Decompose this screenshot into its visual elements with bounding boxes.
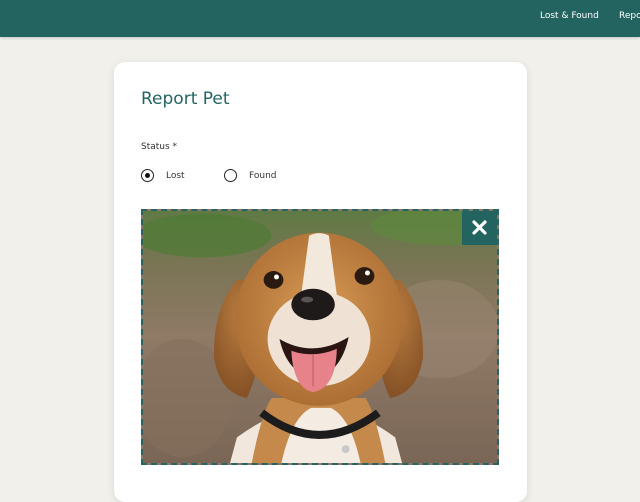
status-radio-found[interactable]: Found <box>224 168 294 184</box>
pet-photo <box>143 211 497 463</box>
radio-found-label: Found <box>249 171 277 181</box>
radio-lost-label: Lost <box>166 171 185 181</box>
radio-lost-circle[interactable] <box>141 169 154 182</box>
status-radio-lost[interactable]: Lost <box>141 168 201 184</box>
remove-photo-button[interactable] <box>462 211 497 245</box>
top-navigation-bar: Lost & Found Repo <box>0 0 640 37</box>
status-label: Status * <box>141 142 178 152</box>
nav-link-lost-found[interactable]: Lost & Found <box>540 11 599 21</box>
close-icon <box>472 220 487 235</box>
radio-selected-dot <box>145 173 150 178</box>
page-title: Report Pet <box>141 89 230 109</box>
report-pet-form-card: Report Pet Status * Lost Found <box>114 62 527 502</box>
radio-found-circle[interactable] <box>224 169 237 182</box>
photo-upload-preview[interactable] <box>141 209 499 465</box>
nav-link-report[interactable]: Repo <box>619 11 640 21</box>
